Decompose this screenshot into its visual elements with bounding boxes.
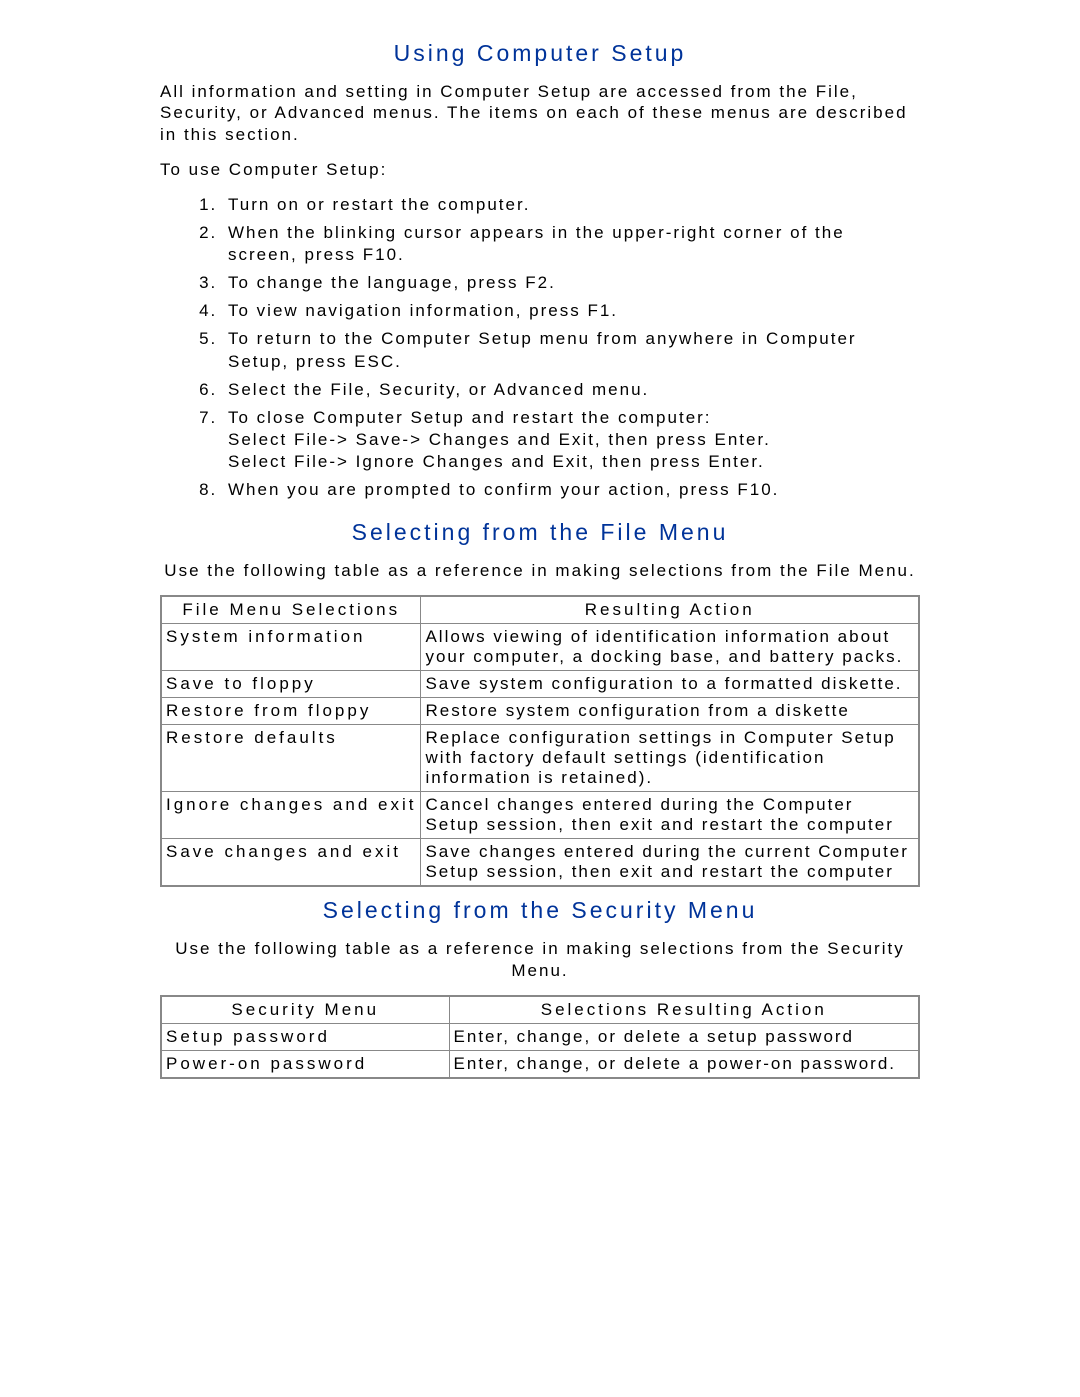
cell-selection: Save changes and exit	[161, 839, 421, 887]
step-item: When you are prompted to confirm your ac…	[224, 479, 920, 501]
table-header-row: Security Menu Selections Resulting Actio…	[161, 996, 919, 1024]
security-menu-table: Security Menu Selections Resulting Actio…	[160, 995, 920, 1079]
table-row: Setup password Enter, change, or delete …	[161, 1023, 919, 1050]
step-item: When the blinking cursor appears in the …	[224, 222, 920, 266]
cell-selection: Setup password	[161, 1023, 449, 1050]
col-header-selections: File Menu Selections	[161, 596, 421, 624]
table-row: Restore defaults Replace configuration s…	[161, 725, 919, 792]
step-item: To change the language, press F2.	[224, 272, 920, 294]
cell-action: Enter, change, or delete a setup passwor…	[449, 1023, 919, 1050]
cell-selection: Restore from floppy	[161, 698, 421, 725]
cell-selection: Save to floppy	[161, 671, 421, 698]
cell-selection: Restore defaults	[161, 725, 421, 792]
table-row: Ignore changes and exit Cancel changes e…	[161, 792, 919, 839]
cell-action: Restore system configuration from a disk…	[421, 698, 919, 725]
cell-action: Cancel changes entered during the Comput…	[421, 792, 919, 839]
step-item: To view navigation information, press F1…	[224, 300, 920, 322]
col-header-security: Security Menu	[161, 996, 449, 1024]
table-header-row: File Menu Selections Resulting Action	[161, 596, 919, 624]
cell-selection: System information	[161, 624, 421, 671]
cell-selection: Ignore changes and exit	[161, 792, 421, 839]
cell-action: Save system configuration to a formatted…	[421, 671, 919, 698]
heading-using-computer-setup: Using Computer Setup	[160, 40, 920, 67]
security-menu-intro: Use the following table as a reference i…	[160, 938, 920, 981]
cell-action: Enter, change, or delete a power-on pass…	[449, 1050, 919, 1078]
cell-action: Allows viewing of identification informa…	[421, 624, 919, 671]
steps-list: Turn on or restart the computer. When th…	[160, 194, 920, 501]
file-menu-table: File Menu Selections Resulting Action Sy…	[160, 595, 920, 887]
intro-paragraph: All information and setting in Computer …	[160, 81, 920, 145]
cell-action: Save changes entered during the current …	[421, 839, 919, 887]
table-row: Save to floppy Save system configuration…	[161, 671, 919, 698]
file-menu-intro: Use the following table as a reference i…	[160, 560, 920, 581]
col-header-security-action: Selections Resulting Action	[449, 996, 919, 1024]
step-item: Turn on or restart the computer.	[224, 194, 920, 216]
step-item: Select the File, Security, or Advanced m…	[224, 379, 920, 401]
cell-action: Replace configuration settings in Comput…	[421, 725, 919, 792]
col-header-action: Resulting Action	[421, 596, 919, 624]
lead-line: To use Computer Setup:	[160, 159, 920, 180]
table-row: Restore from floppy Restore system confi…	[161, 698, 919, 725]
cell-selection: Power-on password	[161, 1050, 449, 1078]
step-item: To return to the Computer Setup menu fro…	[224, 328, 920, 372]
table-row: Save changes and exit Save changes enter…	[161, 839, 919, 887]
table-row: System information Allows viewing of ide…	[161, 624, 919, 671]
table-row: Power-on password Enter, change, or dele…	[161, 1050, 919, 1078]
heading-security-menu: Selecting from the Security Menu	[160, 897, 920, 924]
heading-file-menu: Selecting from the File Menu	[160, 519, 920, 546]
step-item: To close Computer Setup and restart the …	[224, 407, 920, 473]
page-content: Using Computer Setup All information and…	[140, 40, 940, 1129]
